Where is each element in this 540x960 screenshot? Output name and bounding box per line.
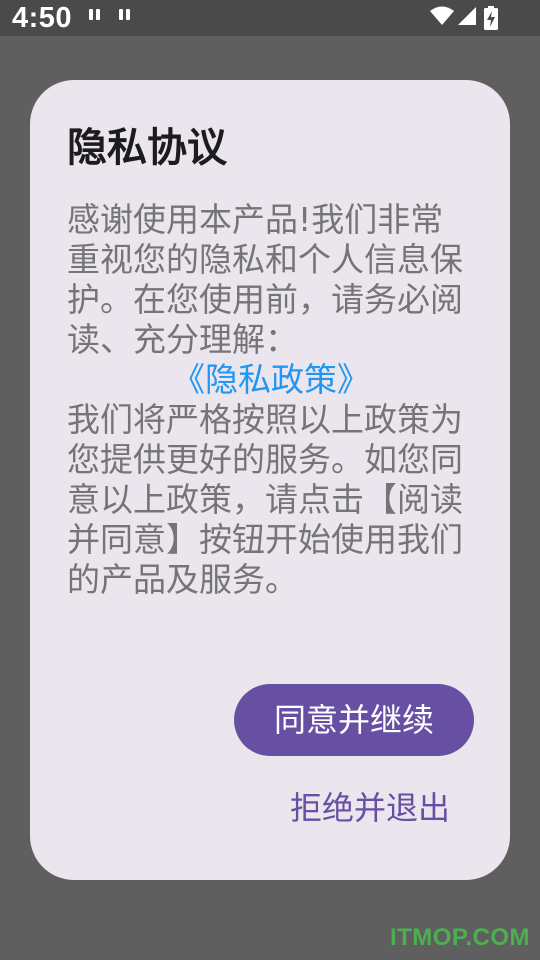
watermark: ITMOP.COM (389, 924, 530, 951)
battery-charging-icon (484, 6, 498, 30)
status-time: 4:50 (12, 2, 73, 34)
dialog-body-intro: 感谢使用本产品!我们非常重视您的隐私和个人信息保护。在您使用前，请务必阅读、充分… (67, 200, 463, 359)
agree-continue-button[interactable]: 同意并继续 (234, 684, 474, 756)
dialog-body: 感谢使用本产品!我们非常重视您的隐私和个人信息保护。在您使用前，请务必阅读、充分… (67, 200, 475, 600)
refuse-exit-button[interactable]: 拒绝并退出 (270, 780, 470, 836)
dialog-body-outro: 我们将严格按照以上政策为您提供更好的服务。如您同意以上政策，请点击【阅读并同意】… (67, 400, 463, 599)
cellular-signal-icon (458, 7, 476, 25)
privacy-policy-link[interactable]: 《隐私政策》 (67, 360, 475, 400)
privacy-dialog: 隐私协议 感谢使用本产品!我们非常重视您的隐私和个人信息保护。在您使用前，请务必… (30, 80, 510, 880)
dialog-title: 隐私协议 (67, 125, 227, 171)
wifi-icon (430, 6, 454, 25)
status-bar: 4:50 (0, 0, 540, 36)
notification-icon (88, 9, 102, 22)
notification-icon (118, 9, 132, 22)
